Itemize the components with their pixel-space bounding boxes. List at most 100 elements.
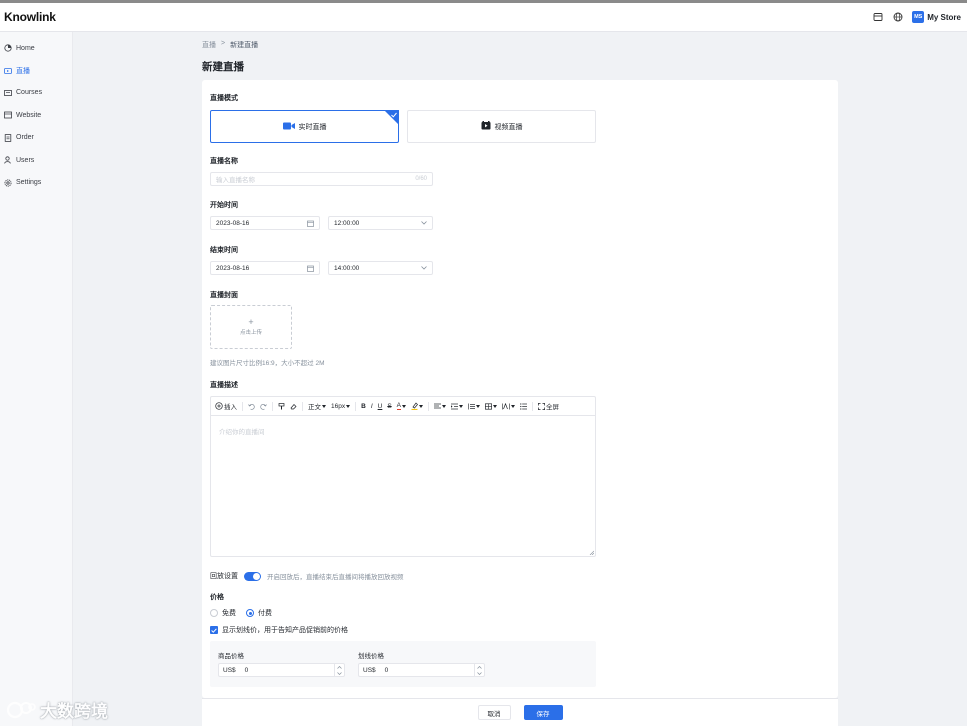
replay-setting-row: 回放设置 开启回放后，直播结束后直播间将播放回放视频	[210, 571, 404, 581]
video-file-icon	[481, 121, 491, 132]
highlighter-icon	[411, 402, 418, 410]
resize-handle-icon[interactable]	[589, 550, 594, 555]
sidebar-item-label: Settings	[16, 179, 42, 187]
cover-upload-area[interactable]: + 点击上传	[210, 305, 292, 349]
form-card: 直播模式 实时直播 视频直播 直播名称 输入直播名称 0/60 开始时间 202…	[202, 80, 838, 698]
fullscreen-button[interactable]: 全屏	[538, 401, 559, 411]
sidebar-item-live[interactable]: 直播	[0, 59, 72, 81]
text-style-select[interactable]: 正文	[308, 401, 326, 411]
insert-label: 插入	[224, 404, 237, 411]
bullet-list-button[interactable]	[520, 402, 528, 410]
table-icon	[485, 402, 492, 410]
font-size-select[interactable]: 16px	[331, 403, 351, 410]
format-painter-button[interactable]	[278, 402, 285, 410]
number-stepper[interactable]	[334, 664, 344, 676]
align-button[interactable]	[434, 403, 447, 410]
sidebar-item-website[interactable]: Website	[0, 104, 72, 126]
end-date-value: 2023-08-16	[216, 264, 250, 272]
redo-button[interactable]	[260, 403, 267, 410]
home-icon	[4, 44, 12, 52]
end-date-picker[interactable]: 2023-08-16	[210, 261, 320, 275]
bold-button[interactable]: B	[361, 403, 366, 410]
goods-price-input[interactable]: US$ 0	[218, 663, 345, 677]
chevron-up-icon[interactable]	[337, 665, 342, 669]
mode-realtime-option[interactable]: 实时直播	[210, 110, 399, 143]
start-date-picker[interactable]: 2023-08-16	[210, 216, 320, 230]
editor-placeholder[interactable]: 介绍你的直播间	[219, 426, 265, 436]
globe-icon[interactable]	[892, 11, 904, 23]
line-height-button[interactable]	[468, 403, 481, 410]
caret-down-icon	[442, 404, 447, 408]
letter-spacing-button[interactable]	[502, 402, 516, 410]
caret-down-icon	[419, 404, 424, 408]
list-icon	[520, 402, 528, 410]
expand-icon	[538, 402, 545, 410]
app-logo[interactable]: Knowlink	[4, 10, 56, 24]
number-stepper[interactable]	[474, 664, 484, 676]
save-button[interactable]: 保存	[523, 705, 563, 720]
replay-description: 开启回放后，直播结束后直播间将播放回放视频	[267, 574, 404, 581]
price-free-radio[interactable]: 免费	[210, 608, 236, 618]
plus-icon: +	[248, 317, 254, 327]
chevron-down-icon[interactable]	[337, 671, 342, 675]
caret-down-icon	[346, 404, 351, 408]
sidebar-item-courses[interactable]: Courses	[0, 82, 72, 104]
sidebar-item-order[interactable]: Order	[0, 127, 72, 149]
live-name-input[interactable]: 输入直播名称 0/60	[210, 172, 433, 186]
sidebar-item-label: Website	[16, 111, 42, 119]
name-counter: 0/60	[415, 176, 427, 182]
letter-spacing-icon	[502, 402, 510, 409]
sidebar-item-users[interactable]: Users	[0, 149, 72, 171]
store-switcher[interactable]: MS My Store	[912, 11, 961, 23]
chevron-down-icon[interactable]	[477, 671, 482, 675]
breadcrumb-parent[interactable]: 直播	[202, 40, 216, 50]
currency-prefix: US$	[363, 666, 376, 674]
font-color-button[interactable]: A	[396, 402, 407, 410]
start-date-value: 2023-08-16	[216, 219, 250, 227]
text-style-label: 正文	[308, 404, 321, 411]
cover-hint: 建议图片尺寸比例16:9，大小不超过 2M	[210, 360, 325, 367]
redo-icon	[260, 403, 267, 410]
end-time-select[interactable]: 14:00:00	[328, 261, 433, 275]
underline-button[interactable]: U	[378, 403, 383, 410]
insert-button[interactable]: 插入	[215, 401, 237, 411]
upload-text: 点击上传	[239, 330, 262, 336]
form-footer: 取消 保存	[202, 698, 838, 726]
strikethrough-button[interactable]: S	[387, 403, 391, 410]
caret-down-icon	[493, 404, 498, 408]
chevron-down-icon	[421, 221, 427, 225]
highlight-button[interactable]	[411, 402, 424, 410]
name-placeholder: 输入直播名称	[216, 177, 255, 184]
checkbox-checked[interactable]	[210, 626, 218, 634]
end-time-value: 14:00:00	[334, 264, 360, 272]
table-button[interactable]	[485, 402, 498, 410]
undo-button[interactable]	[248, 403, 255, 410]
breadcrumb: 直播 > 新建直播	[202, 40, 258, 50]
plus-circle-icon	[215, 402, 223, 410]
price-paid-radio[interactable]: 付费	[246, 608, 272, 618]
cancel-button[interactable]: 取消	[477, 705, 511, 720]
users-icon	[4, 156, 12, 164]
breadcrumb-current: 新建直播	[230, 42, 259, 49]
sidebar-item-home[interactable]: Home	[0, 37, 72, 59]
store-front-icon[interactable]	[872, 11, 884, 23]
editor-toolbar: 插入 正文 16px B I U S A 全屏	[211, 397, 595, 416]
line-height-icon	[468, 403, 476, 409]
indent-button[interactable]	[451, 403, 464, 410]
italic-button[interactable]: I	[371, 403, 373, 410]
cover-label: 直播封面	[210, 292, 238, 299]
sidebar-item-settings[interactable]: Settings	[0, 171, 72, 193]
start-time-select[interactable]: 12:00:00	[328, 216, 433, 230]
mode-video-label: 视频直播	[494, 123, 523, 131]
calendar-icon	[307, 220, 314, 227]
strike-price-checkbox-row[interactable]: 显示划线价，用于告知产品促销前的价格	[210, 625, 348, 635]
undo-icon	[248, 403, 255, 410]
mode-video-option[interactable]: 视频直播	[407, 110, 596, 143]
clear-format-button[interactable]	[290, 403, 297, 410]
chevron-up-icon[interactable]	[477, 665, 482, 669]
strike-price-input[interactable]: US$ 0	[358, 663, 485, 677]
watermark: 大数跨境	[6, 697, 108, 722]
replay-toggle[interactable]	[244, 571, 261, 581]
checkmark-icon	[391, 112, 397, 118]
watermark-logo-icon	[6, 701, 36, 718]
